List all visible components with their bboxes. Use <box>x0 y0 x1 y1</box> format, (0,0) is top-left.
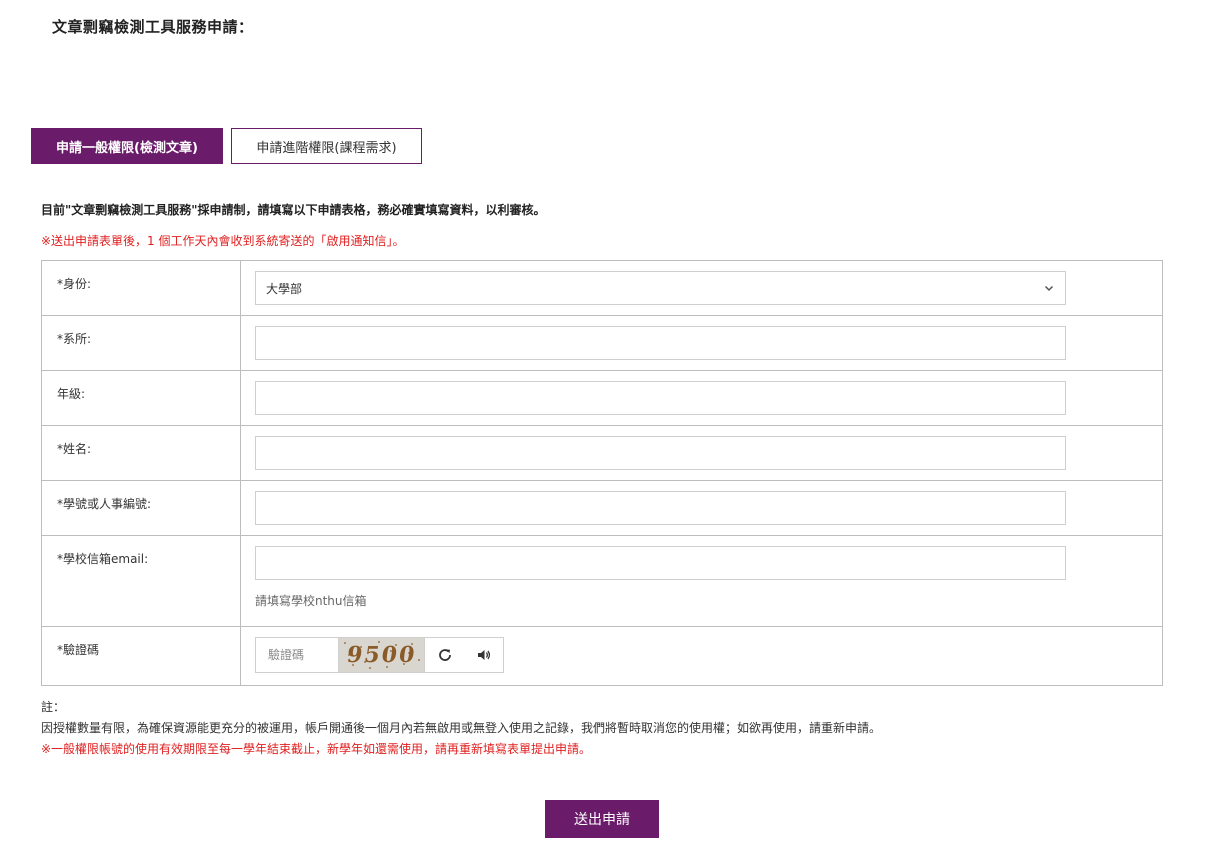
form-row-grade: 年級: <box>41 370 1163 426</box>
department-label: *系所: <box>41 315 241 371</box>
captcha-group: 9500 <box>255 637 504 673</box>
identity-label: *身份: <box>41 260 241 316</box>
form-row-name: *姓名: <box>41 425 1163 481</box>
form-row-identity: *身份: 大學部 <box>41 260 1163 316</box>
refresh-icon <box>438 649 451 661</box>
name-input[interactable] <box>255 436 1066 470</box>
form-row-email: *學校信箱email: 請填寫學校nthu信箱 <box>41 535 1163 627</box>
captcha-refresh-button[interactable] <box>425 638 464 672</box>
grade-input[interactable] <box>255 381 1066 415</box>
notes-usage-policy: 因授權數量有限，為確保資源能更充分的被運用，帳戶開通後一個月內若無啟用或無登入使… <box>41 721 882 735</box>
email-hint: 請填寫學校nthu信箱 <box>255 594 367 608</box>
activation-notice: ※送出申請表單後，1 個工作天內會收到系統寄送的「啟用通知信」。 <box>41 234 405 248</box>
email-input[interactable] <box>255 546 1066 580</box>
email-label: *學校信箱email: <box>41 535 241 627</box>
captcha-label: *驗證碼 <box>41 626 241 686</box>
speaker-icon <box>477 650 490 660</box>
chevron-down-icon <box>1044 285 1054 292</box>
tab-general-permission[interactable]: 申請一般權限(檢測文章) <box>31 128 223 164</box>
captcha-audio-button[interactable] <box>464 638 503 672</box>
submit-button[interactable]: 送出申請 <box>545 800 659 838</box>
name-label: *姓名: <box>41 425 241 481</box>
captcha-input[interactable] <box>256 638 338 672</box>
page-title: 文章剽竊檢測工具服務申請： <box>52 18 254 36</box>
notes-validity-warning: ※一般權限帳號的使用有效期限至每一學年結束截止，新學年如還需使用，請再重新填寫表… <box>41 742 592 756</box>
form-row-department: *系所: <box>41 315 1163 371</box>
captcha-text: 9500 <box>345 642 418 668</box>
captcha-image: 9500 <box>338 638 425 672</box>
student-id-input[interactable] <box>255 491 1066 525</box>
student-id-label: *學號或人事編號: <box>41 480 241 536</box>
permission-tabs: 申請一般權限(檢測文章) 申請進階權限(課程需求) <box>31 128 422 164</box>
grade-label: 年級: <box>41 370 241 426</box>
identity-select[interactable]: 大學部 <box>255 271 1066 305</box>
intro-text: 目前"文章剽竊檢測工具服務"採申請制，請填寫以下申請表格，務必確實填寫資料，以利… <box>41 203 546 217</box>
form-row-student-id: *學號或人事編號: <box>41 480 1163 536</box>
form-row-captcha: *驗證碼 9500 <box>41 626 1163 686</box>
application-form: *身份: 大學部 *系所: 年級: *姓名: *學號或人事編號: *學校信箱em… <box>41 260 1163 686</box>
department-input[interactable] <box>255 326 1066 360</box>
identity-selected-value: 大學部 <box>266 281 303 296</box>
notes-section: 註： 因授權數量有限，為確保資源能更充分的被運用，帳戶開通後一個月內若無啟用或無… <box>41 697 881 760</box>
notes-heading: 註： <box>41 700 66 714</box>
tab-advanced-permission[interactable]: 申請進階權限(課程需求) <box>231 128 422 164</box>
